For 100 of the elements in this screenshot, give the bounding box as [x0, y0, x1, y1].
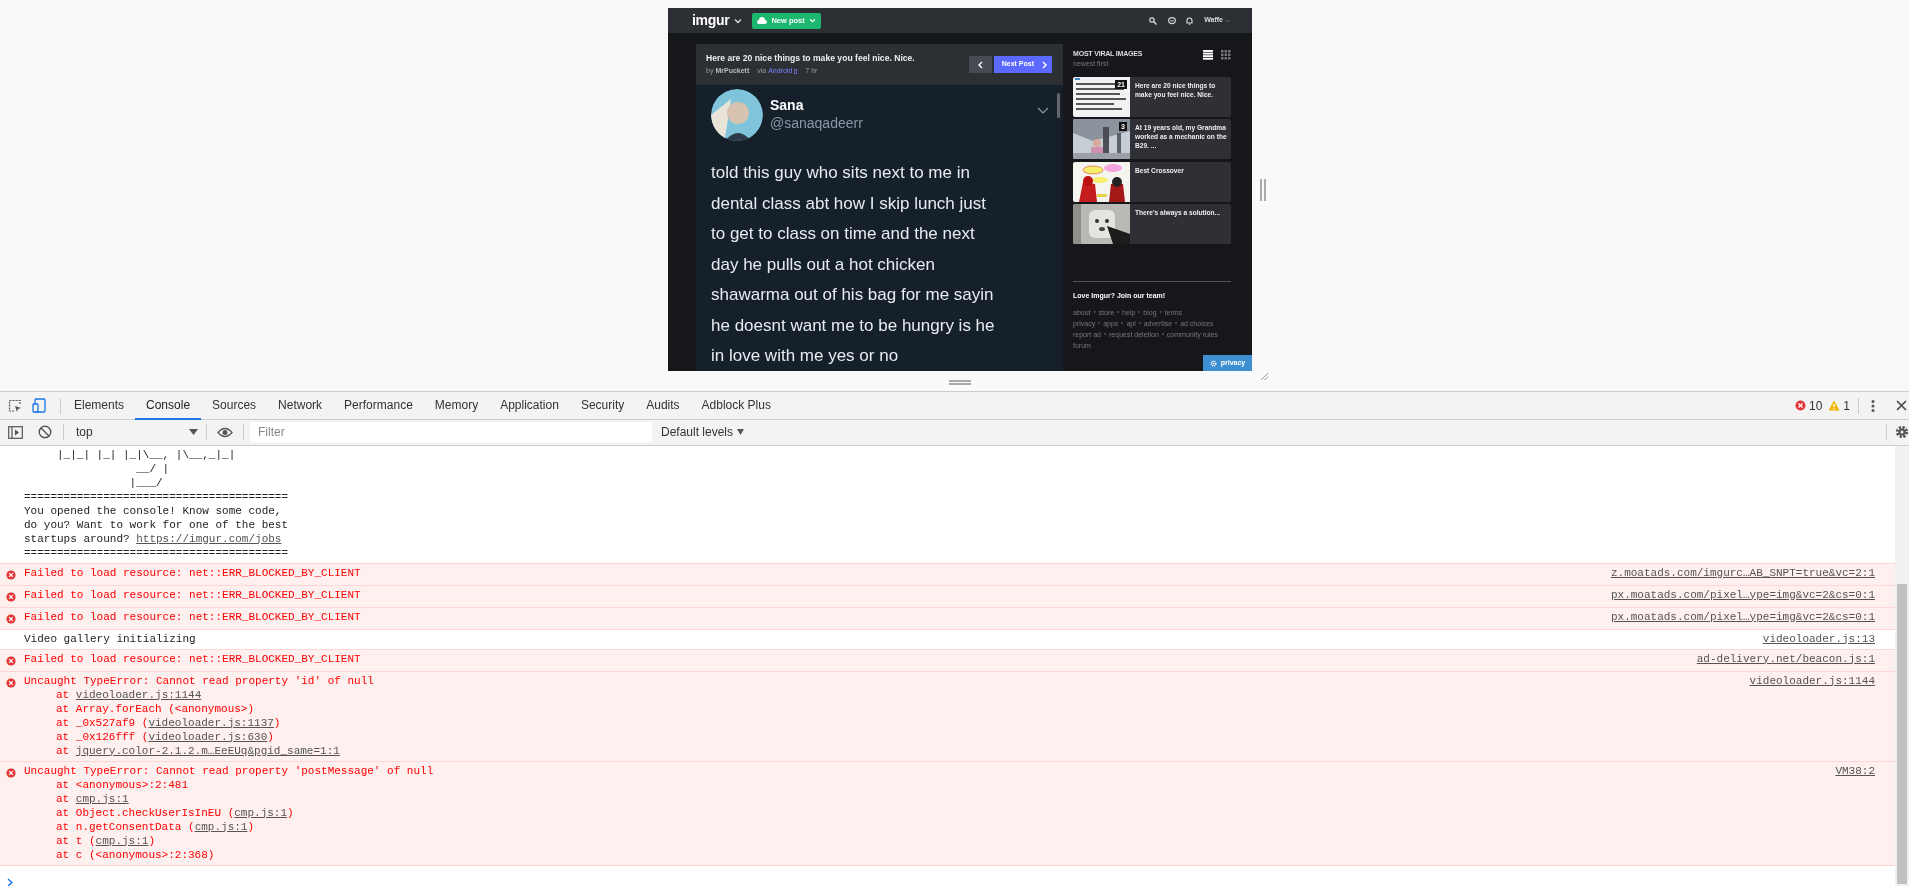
sidebar-toggle-icon[interactable]	[8, 425, 23, 439]
stack-frame: at t (cmp.js:1)	[24, 833, 1836, 848]
caret-icon	[1225, 18, 1230, 23]
tweet-handle: @sanaqadeerr	[770, 114, 863, 132]
avatar	[711, 89, 763, 141]
devtools-tab[interactable]: Security	[569, 391, 636, 420]
chevron-right-icon	[1042, 60, 1047, 69]
chevron-left-icon	[977, 60, 983, 69]
filter-field[interactable]: Filter	[250, 422, 652, 443]
devtools-tab[interactable]: Application	[489, 391, 570, 420]
clear-console-icon[interactable]	[38, 425, 52, 440]
console-text: ========================================	[24, 545, 290, 560]
console-text: |___/	[128, 475, 164, 490]
console-text: ========================================	[24, 489, 290, 504]
error-count[interactable]: 10	[1808, 396, 1823, 415]
devtools-tab[interactable]: Memory	[423, 391, 490, 420]
settings-icon[interactable]	[1895, 425, 1909, 440]
source-link[interactable]: videoloader.js:630	[148, 730, 268, 743]
chat-icon[interactable]	[1168, 16, 1177, 25]
console-text: Failed to load resource: net::ERR_BLOCKED_BY_CLIENT	[24, 609, 362, 624]
devtools-tab[interactable]: Adblock Plus	[690, 391, 782, 420]
list-view-icon[interactable]	[1203, 50, 1213, 60]
tweet-author: Sana	[770, 96, 805, 114]
source-link[interactable]: z.moatads.com/imgurc…AB_SNPT=true&vc=2:1	[1610, 565, 1875, 580]
warning-count[interactable]: 1	[1843, 396, 1850, 415]
bell-icon[interactable]	[1186, 16, 1194, 25]
source-link[interactable]: cmp.js:1	[194, 820, 248, 833]
source-link[interactable]: videoloader.js:1137	[148, 716, 274, 729]
context-select[interactable]: top	[72, 421, 202, 444]
more-options-icon[interactable]	[1871, 398, 1875, 413]
chevron-down-icon[interactable]	[1037, 107, 1049, 114]
devtools-tab[interactable]: Performance	[333, 391, 424, 420]
post-title: Here are 20 nice things to make you feel nice. Nice.	[706, 52, 916, 66]
console-text: You opened the console! Know some code,	[24, 503, 283, 518]
source-link[interactable]: cmp.js:1	[95, 834, 149, 847]
console-text: Failed to load resource: net::ERR_BLOCKED_BY_CLIENT	[24, 565, 362, 580]
source-link[interactable]: px.moatads.com/pixel…ype=img&vc=2&cs=0:1	[1610, 609, 1875, 624]
console-text: Uncaught TypeError: Cannot read property 'postMessage' of null	[24, 763, 435, 778]
console-text: |_|_| |_| |_|\__, |\__,_|_|	[56, 447, 237, 462]
cloud-icon	[757, 17, 768, 24]
stack-frame: at n.getConsentData (cmp.js:1)	[24, 819, 1836, 834]
stack-frame: at <anonymous>:2:481	[24, 777, 1836, 792]
devtools-tab[interactable]: Network	[267, 391, 334, 420]
warning-icon	[1828, 400, 1841, 411]
console-text: do you? Want to work for one of the best	[24, 517, 290, 532]
error-icon	[6, 655, 16, 666]
stack-frame: at Object.checkUserIsInEU (cmp.js:1)	[24, 805, 1836, 820]
stack-frame: at jquery.color-2.1.2.m…EeEUq&pgid_same=1:1	[24, 743, 1750, 758]
source-link[interactable]: videoloader.js:1144	[1749, 673, 1875, 688]
caret-icon[interactable]	[734, 17, 743, 24]
eye-icon[interactable]	[217, 426, 233, 438]
devtools-tab[interactable]: Elements	[63, 391, 136, 420]
devtools-tab[interactable]: Audits	[635, 391, 691, 420]
source-link[interactable]: videoloader.js:13	[1762, 631, 1875, 646]
source-link[interactable]: https://imgur.com/jobs	[136, 532, 282, 545]
console-text: startups around? https://imgur.com/jobs	[24, 531, 283, 546]
source-link[interactable]: VM38:2	[1835, 763, 1875, 778]
close-icon[interactable]	[1896, 400, 1907, 411]
dropdown-caret-icon	[737, 429, 745, 436]
search-icon[interactable]	[1149, 16, 1158, 25]
device-icon[interactable]	[32, 398, 46, 413]
logo[interactable]: imgur	[692, 10, 730, 31]
resize-handle[interactable]	[1260, 179, 1266, 201]
scrollbar-thumb[interactable]	[1057, 93, 1060, 118]
source-link[interactable]: cmp.js:1	[234, 806, 288, 819]
previous-post-button[interactable]	[968, 56, 992, 73]
error-icon	[6, 767, 16, 778]
source-link[interactable]: px.moatads.com/pixel…ype=img&vc=2&cs=0:1	[1610, 587, 1875, 602]
source-link[interactable]: ad-delivery.net/beacon.js:1	[1696, 651, 1875, 666]
prompt-icon	[7, 877, 13, 886]
console-text: __/ |	[135, 461, 171, 476]
devtools-tab[interactable]: Sources	[201, 391, 268, 420]
console-text: Uncaught TypeError: Cannot read property 'id' of null	[24, 673, 375, 688]
stack-frame: at Array.forEach (<anonymous>)	[24, 701, 1750, 716]
source-link[interactable]: jquery.color-2.1.2.m…EeEUq&pgid_same=1:1	[75, 744, 340, 757]
grid-view-icon[interactable]	[1221, 50, 1231, 60]
console-text: Failed to load resource: net::ERR_BLOCKED_BY_CLIENT	[24, 587, 362, 602]
scrollbar-thumb[interactable]	[1897, 583, 1907, 884]
caret-icon	[808, 18, 816, 23]
log-levels-dropdown[interactable]: Default levels	[661, 423, 745, 442]
stack-frame: at c (<anonymous>:2:368)	[24, 847, 1836, 862]
resize-handle[interactable]	[949, 380, 971, 385]
console-text: Failed to load resource: net::ERR_BLOCKED_BY_CLIENT	[24, 651, 362, 666]
stack-frame: at videoloader.js:1144	[24, 687, 1750, 702]
stack-frame: at _0x527af9 (videoloader.js:1137)	[24, 715, 1750, 730]
tweet-text: told this guy who sits next to me in dental class abt how I skip lunch just to get to class on time and the next day he pulls out a hot chicken shawarma out of his bag for me sayin he doesnt want me to be hungry is he in love with me yes or no	[711, 162, 996, 367]
source-link[interactable]: cmp.js:1	[75, 792, 129, 805]
source-link[interactable]: videoloader.js:1144	[75, 688, 202, 701]
scrollbar[interactable]	[1895, 445, 1909, 886]
stack-frame: at cmp.js:1	[24, 791, 1836, 806]
phone-icon	[794, 68, 798, 74]
error-icon	[1794, 400, 1806, 411]
stack-frame: at _0x126fff (videoloader.js:630)	[24, 729, 1750, 744]
error-icon	[6, 569, 16, 580]
error-icon	[6, 591, 16, 602]
error-icon	[6, 677, 16, 688]
dropdown-caret-icon	[189, 429, 198, 436]
console-text: Video gallery initializing	[24, 631, 197, 646]
inspect-icon[interactable]	[8, 398, 22, 413]
resize-corner-icon[interactable]	[1260, 372, 1269, 382]
